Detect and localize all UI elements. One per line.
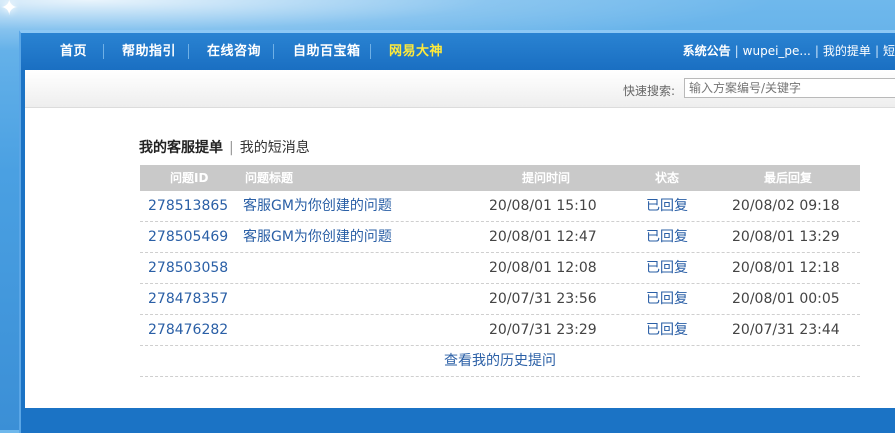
username-link[interactable]: wupei_pe... [743,44,811,58]
ticket-status: 已回复 [646,322,688,338]
nav-item-netease-dashen[interactable]: 网易大神 [389,33,443,70]
tab-separator: | [229,140,234,156]
main-content: 快速搜索: 我的客服提单 | 我的短消息 问题ID 问题标题 提问时间 状态 最后回… [25,70,895,408]
tab-my-service-tickets[interactable]: 我的客服提单 [139,140,223,156]
table-row: 278476282 20/07/31 23:29 已回复 20/07/31 23… [140,315,860,346]
nav-item-home[interactable]: 首页 [60,33,87,70]
column-header-last-reply: 最后回复 [764,171,813,185]
table-row: 278513865 客服GM为你创建的问题 20/08/01 15:10 已回复… [140,191,860,222]
sparkle-star-icon: ✦ [0,0,19,21]
ticket-title-link[interactable]: 客服GM为你创建的问题 [243,222,392,252]
ticket-last-reply: 20/07/31 23:44 [732,322,840,338]
ticket-time: 20/08/01 15:10 [489,198,597,214]
table-row: 278478357 20/07/31 23:56 已回复 20/08/01 00… [140,284,860,315]
my-tickets-link[interactable]: 我的提单 [823,44,871,58]
column-header-id: 问题ID [170,171,209,185]
ticket-time: 20/08/01 12:08 [489,260,597,276]
table-row: 278503058 20/08/01 12:08 已回复 20/08/01 12… [140,253,860,284]
footer-band [25,408,895,430]
ticket-last-reply: 20/08/01 12:18 [732,260,840,276]
ticket-id-link[interactable]: 278503058 [148,253,228,283]
nav-item-help-guide[interactable]: 帮助指引 [122,33,176,70]
ticket-time: 20/07/31 23:56 [489,291,597,307]
tab-my-short-messages[interactable]: 我的短消息 [240,140,310,156]
column-header-title: 问题标题 [245,171,294,185]
system-notice-link[interactable]: 系统公告 [683,44,731,58]
ticket-tabs: 我的客服提单 | 我的短消息 [139,137,310,157]
nav-item-self-service-toolbox[interactable]: 自助百宝箱 [293,33,361,70]
column-header-status: 状态 [655,171,680,185]
short-message-link[interactable]: 短 [883,44,895,58]
search-input[interactable] [684,78,895,98]
ticket-last-reply: 20/08/02 09:18 [732,198,840,214]
quick-search-bar: 快速搜索: [25,70,895,108]
history-questions-link[interactable]: 查看我的历史提问 [140,346,860,377]
ticket-status: 已回复 [646,229,688,245]
ticket-last-reply: 20/08/01 13:29 [732,229,840,245]
nav-divider [103,44,104,59]
ticket-last-reply: 20/08/01 00:05 [732,291,840,307]
ticket-id-link[interactable]: 278478357 [148,284,228,314]
quick-search-label: 快速搜索: [623,84,676,98]
top-navbar: 首页 帮助指引 在线咨询 自助百宝箱 网易大神 系统公告 | wupei_pe...… [21,33,895,70]
table-row: 278505469 客服GM为你创建的问题 20/08/01 12:47 已回复… [140,222,860,253]
nav-divider [188,44,189,59]
nav-item-online-consult[interactable]: 在线咨询 [207,33,261,70]
ticket-id-link[interactable]: 278476282 [148,315,228,345]
ticket-id-link[interactable]: 278513865 [148,191,228,221]
ticket-time: 20/07/31 23:29 [489,322,597,338]
column-header-time: 提问时间 [522,171,571,185]
tickets-table: 问题ID 问题标题 提问时间 状态 最后回复 278513865 客服GM为你创… [140,165,860,377]
ticket-id-link[interactable]: 278505469 [148,222,228,252]
table-header: 问题ID 问题标题 提问时间 状态 最后回复 [140,165,860,191]
ticket-title-link[interactable]: 客服GM为你创建的问题 [243,191,392,221]
ticket-time: 20/08/01 12:47 [489,229,597,245]
ticket-status: 已回复 [646,198,688,214]
ticket-status: 已回复 [646,291,688,307]
ticket-status: 已回复 [646,260,688,276]
nav-divider [370,44,371,59]
nav-divider [273,44,274,59]
user-links: 系统公告 | wupei_pe... | 我的提单 | 短 [682,44,895,58]
